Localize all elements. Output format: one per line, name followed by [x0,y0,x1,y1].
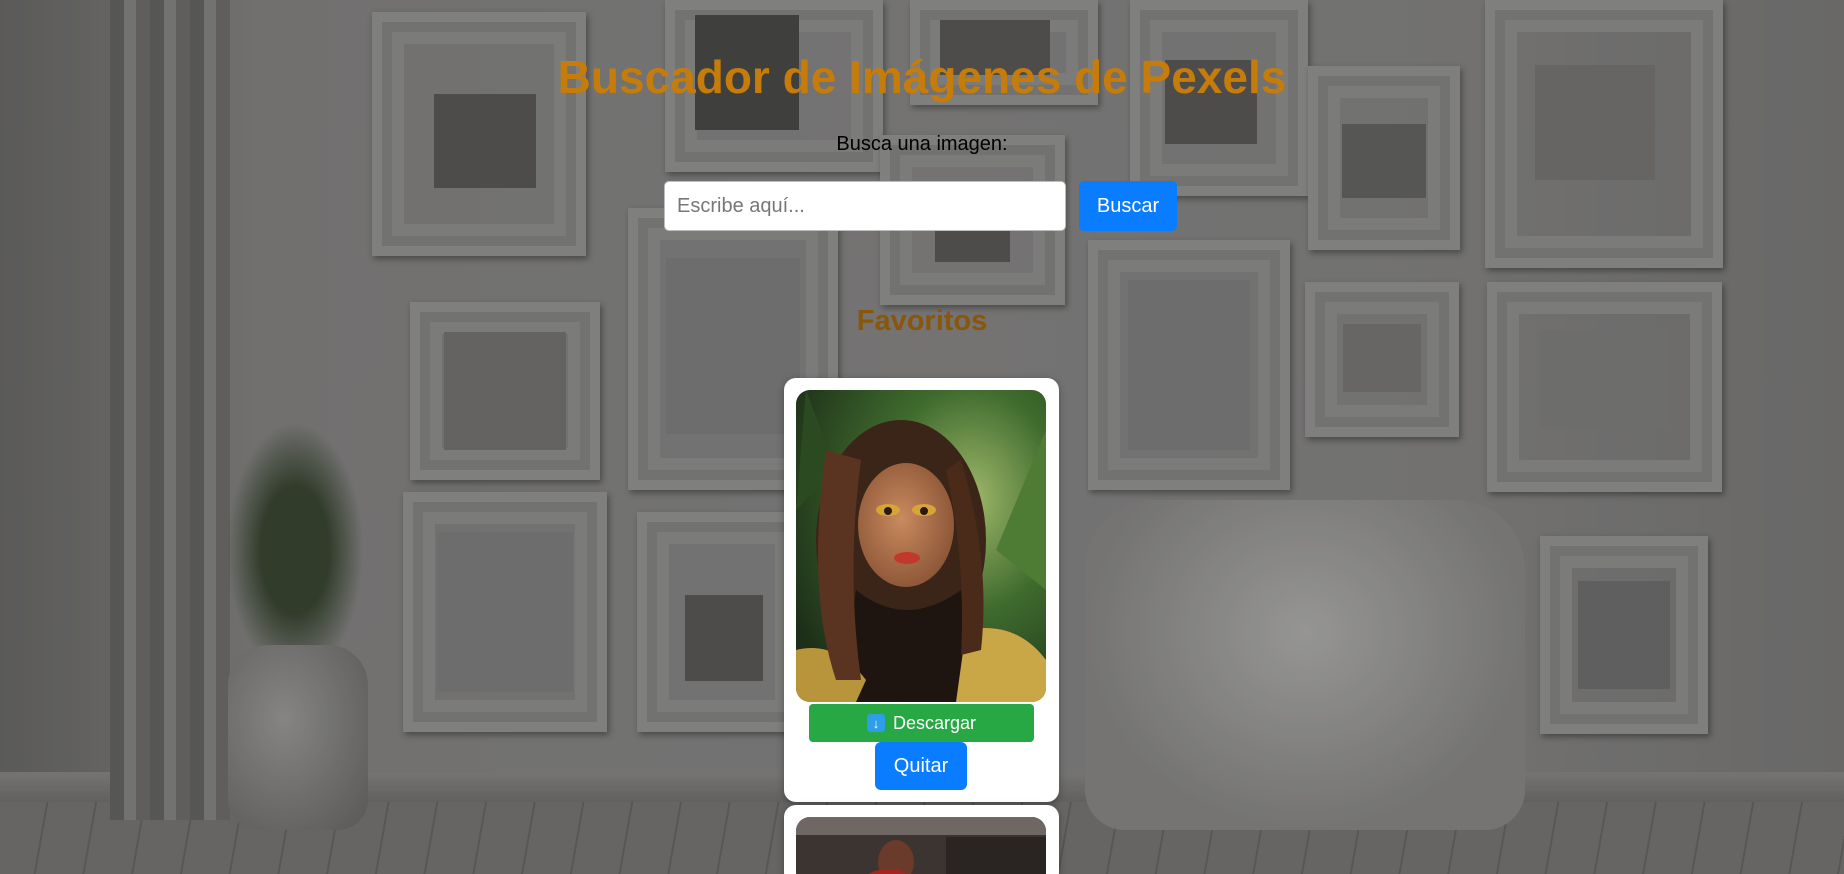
remove-button[interactable]: Quitar [875,742,967,790]
favorite-card [784,805,1059,874]
search-input[interactable] [664,181,1066,231]
favorite-card: ↓ Descargar Quitar [784,378,1059,802]
download-button[interactable]: ↓ Descargar [809,704,1034,742]
favorite-image [796,817,1046,874]
download-label: Descargar [892,712,977,733]
search-label: Busca una imagen: [836,133,1008,155]
favorites-heading: Favoritos [856,305,988,337]
search-button[interactable]: Buscar [1079,181,1177,231]
page-title: Buscador de Imágenes de Pexels [557,51,1287,103]
main-content: Buscador de Imágenes de Pexels Busca una… [0,0,1844,874]
favorite-image [796,390,1046,702]
download-arrow-icon: ↓ [866,714,885,732]
